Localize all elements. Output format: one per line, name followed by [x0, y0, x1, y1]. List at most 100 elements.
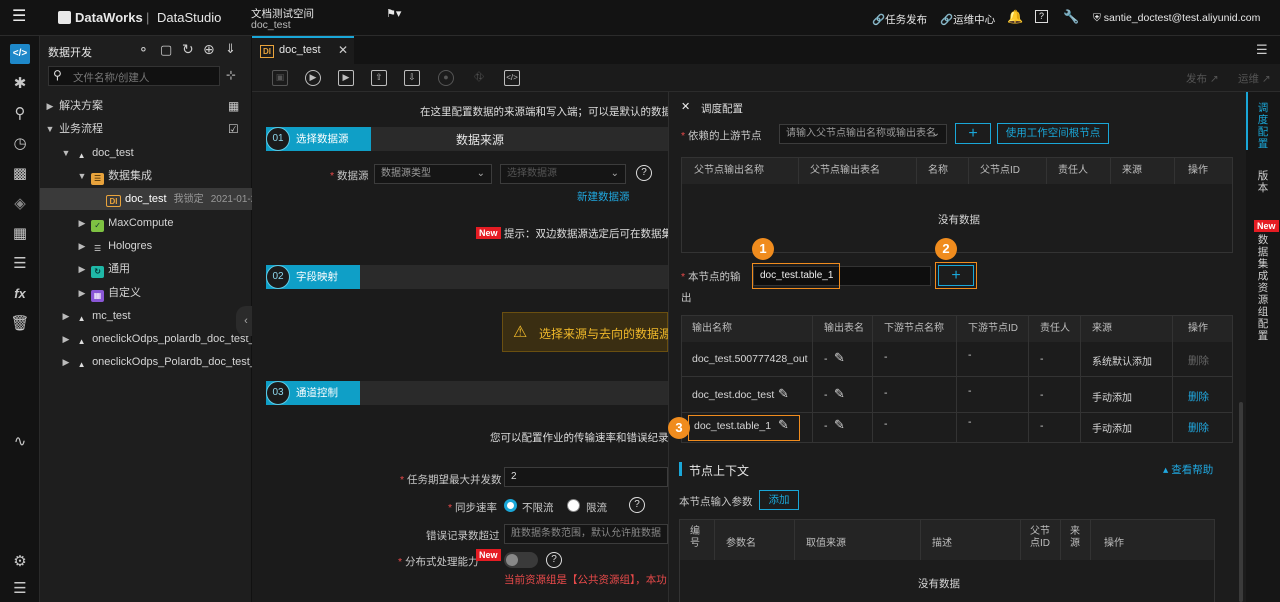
edit-icon[interactable]: ✎: [834, 417, 845, 433]
tab-resource-group-config[interactable]: 数据集成资源组配置: [1257, 234, 1269, 342]
publish-button[interactable]: 发布 ↗: [1186, 71, 1219, 86]
left-icon-rail: </> ✱ ⚲ ◷ ▩ ◈ ▦ ☰ fx 🗑 ∿ ⚙ ☰: [0, 36, 40, 602]
run-icon[interactable]: ▶: [305, 70, 321, 86]
output-row-name: doc_test.500777428_out: [692, 353, 808, 365]
custom-icon: ▦: [91, 290, 105, 302]
tree-item-mc-test[interactable]: ▶ ▲ mc_test: [60, 305, 131, 327]
add-upstream-button[interactable]: +: [955, 123, 991, 144]
tree-item-hologres[interactable]: ▶ ☰ Hologres: [76, 235, 153, 257]
filter-icon[interactable]: ⊹: [226, 68, 236, 82]
tree-item-maxcompute[interactable]: ▶ ✓ MaxCompute: [76, 212, 173, 234]
add-param-button[interactable]: 添加: [759, 490, 799, 510]
error-record-input[interactable]: 脏数据条数范围，默认允许脏数据: [504, 524, 668, 544]
checklist-icon[interactable]: ☑: [228, 122, 239, 136]
distributed-toggle[interactable]: [504, 552, 538, 568]
tree-item-doc-test-flow[interactable]: ▼ ▲ doc_test: [60, 142, 134, 164]
user-account[interactable]: ⛨ santie_doctest@test.aliyunid.com: [1093, 12, 1260, 25]
menu-icon[interactable]: ☰: [12, 8, 26, 26]
step-3-band: 通道控制 03: [266, 381, 668, 405]
use-root-node-button[interactable]: 使用工作空间根节点: [997, 123, 1109, 144]
brand-name[interactable]: DataWorks: [75, 10, 143, 25]
edit-icon[interactable]: ✎: [778, 386, 789, 402]
publish-icon[interactable]: ⇩: [404, 70, 420, 86]
bell-icon[interactable]: 🔔: [1007, 9, 1023, 25]
task-publish-link[interactable]: 🔗任务发布: [872, 12, 927, 27]
tree-item-doc-test-node[interactable]: DI doc_test 我锁定 2021-01-29: [40, 188, 262, 210]
list-icon[interactable]: ☰: [10, 254, 30, 274]
tree-item-custom[interactable]: ▶ ▦ 自定义: [76, 282, 141, 304]
maxcompute-icon: ✓: [91, 220, 105, 232]
search-input[interactable]: 文件名称/创建人: [73, 70, 149, 85]
grid-icon[interactable]: ▦: [228, 99, 239, 113]
clock-icon[interactable]: ◷: [10, 134, 30, 154]
function-icon[interactable]: fx: [10, 284, 30, 304]
save-icon[interactable]: ▣: [272, 70, 288, 86]
concurrency-input[interactable]: 2: [504, 467, 668, 487]
tab-doc-test[interactable]: DI doc_test ✕: [252, 36, 354, 64]
cube-icon[interactable]: ◈: [10, 194, 30, 214]
briefcase-icon[interactable]: ▩: [10, 164, 30, 184]
tree-item-data-integration[interactable]: ▼ ☰ 数据集成: [76, 165, 152, 187]
datasource-select[interactable]: 选择数据源 ⌄: [500, 164, 626, 184]
tree-item-polardb-1[interactable]: ▶ ▲ oneclickOdps_polardb_doc_test_02_n: [60, 328, 252, 350]
code-view-icon[interactable]: </>: [504, 70, 520, 86]
search-icon[interactable]: ⚲: [10, 104, 30, 124]
edit-icon[interactable]: ✎: [834, 350, 845, 366]
lock-icon[interactable]: ⛗: [471, 70, 487, 86]
workspace-dropdown-icon[interactable]: ⚑▾: [386, 7, 401, 20]
wrench-icon[interactable]: 🔧: [1063, 9, 1079, 25]
run-params-icon[interactable]: ▶: [338, 70, 354, 86]
help-icon[interactable]: ?: [1035, 10, 1048, 23]
help-icon[interactable]: ?: [636, 165, 652, 181]
puzzle-icon[interactable]: ✱: [10, 74, 30, 94]
new-file-icon[interactable]: ▢: [160, 42, 172, 58]
help-icon[interactable]: ?: [546, 552, 562, 568]
stop-icon[interactable]: ●: [438, 70, 454, 86]
tab-version[interactable]: 版本: [1257, 170, 1269, 194]
tree-item-general[interactable]: ▶ ↻ 通用: [76, 258, 130, 280]
speed-limited-radio[interactable]: [567, 499, 580, 512]
panel-scrollbar[interactable]: [1239, 402, 1243, 602]
settings-icon[interactable]: ⚙: [10, 552, 30, 572]
pulse-icon[interactable]: ∿: [10, 432, 30, 452]
collapse-menu-icon[interactable]: ☰: [10, 579, 30, 599]
product-name[interactable]: DataStudio: [157, 10, 221, 25]
import-icon[interactable]: ⇓: [225, 41, 236, 57]
tree-label: doc_test: [92, 147, 134, 159]
ops-button[interactable]: 运维 ↗: [1238, 71, 1271, 86]
warning-icon: ⚠: [513, 324, 528, 341]
chevron-up-icon: ▴: [1163, 464, 1172, 476]
search-box[interactable]: ⚲ 文件名称/创建人: [48, 66, 220, 86]
tree-item-solutions[interactable]: ▶ 解决方案: [44, 95, 244, 117]
output-row-down: -: [884, 387, 888, 399]
trash-icon[interactable]: 🗑: [10, 314, 30, 334]
datasource-type-select[interactable]: 数据源类型 ⌄: [374, 164, 492, 184]
speed-unlimited-radio[interactable]: [504, 499, 517, 512]
new-badge: New: [476, 227, 501, 239]
delete-link[interactable]: 删除: [1188, 420, 1209, 435]
ops-center-link[interactable]: 🔗运维中心: [940, 12, 995, 27]
close-icon[interactable]: ✕: [681, 100, 690, 113]
col-header: 来源: [1092, 323, 1112, 334]
delete-link[interactable]: 删除: [1188, 389, 1209, 404]
table-icon[interactable]: ▦: [10, 224, 30, 244]
tab-list-icon[interactable]: ☰: [1256, 42, 1268, 58]
tree-item-business-flow[interactable]: ▼ 业务流程: [44, 118, 244, 140]
help-link[interactable]: ▴ 查看帮助: [1163, 462, 1213, 477]
flow-icon: ▲: [77, 151, 86, 160]
right-vertical-tabs: 调度配置 版本 New 数据集成资源组配置: [1246, 92, 1280, 602]
locate-icon[interactable]: ⊕: [203, 41, 215, 58]
submit-icon[interactable]: ⇧: [371, 70, 387, 86]
edit-icon[interactable]: ✎: [834, 386, 845, 402]
tab-schedule-config[interactable]: 调度配置: [1257, 102, 1269, 150]
code-icon[interactable]: </>: [10, 44, 30, 64]
new-datasource-link[interactable]: 新建数据源: [577, 189, 630, 204]
close-icon[interactable]: ✕: [338, 43, 348, 57]
new-user-icon[interactable]: ⚬: [138, 42, 149, 58]
help-icon[interactable]: ?: [629, 497, 645, 513]
step-1-number: 01: [266, 127, 290, 151]
refresh-icon[interactable]: ↻: [182, 41, 194, 58]
tree-item-polardb-2[interactable]: ▶ ▲ oneclickOdps_Polardb_doc_test_to_M: [60, 351, 252, 373]
explorer-title: 数据开发: [48, 47, 92, 59]
upstream-select[interactable]: 请输入父节点输出名称或输出表名 ⌄: [779, 124, 947, 144]
